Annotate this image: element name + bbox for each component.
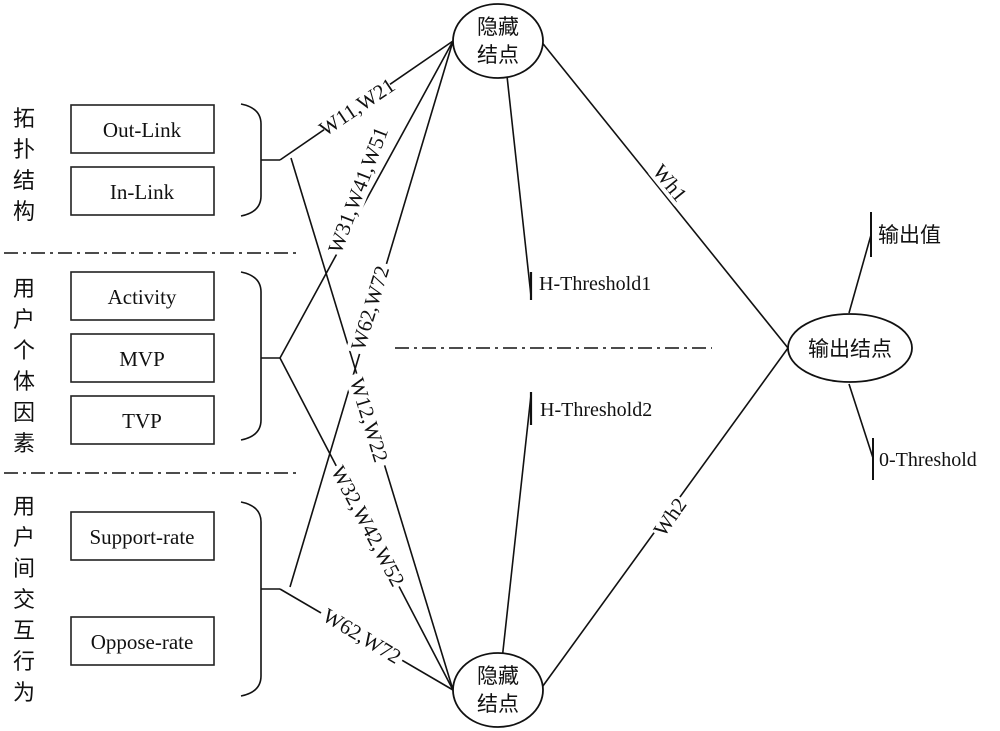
hidden-node-label: 结点	[477, 692, 519, 716]
output-value-line	[848, 234, 872, 314]
input-label: Activity	[108, 285, 177, 309]
group-label-interaction-char: 户	[13, 525, 35, 550]
input-box-support-rate: Support-rate	[70, 511, 215, 561]
input-label: Oppose-rate	[91, 630, 194, 654]
input-box-tvp: TVP	[70, 395, 215, 445]
group-label-topology-char: 拓	[13, 106, 35, 131]
edge-label-wh2: Wh2	[648, 492, 692, 542]
input-box-mvp: MVP	[70, 333, 215, 383]
edge-label-w62-w72-upper: W62,W72	[345, 259, 395, 357]
group-label-interaction-char: 间	[13, 556, 35, 581]
input-label: Out-Link	[103, 118, 182, 142]
input-label: TVP	[122, 409, 162, 433]
input-label: Support-rate	[90, 525, 195, 549]
group-label-individual: 用户个体因素	[13, 276, 35, 456]
output-value-label: 输出值	[878, 223, 941, 247]
edge-label-text: Wh2	[648, 493, 691, 540]
group-label-individual-char: 户	[13, 307, 35, 332]
hidden-node-label: 隐藏	[477, 664, 519, 688]
group-label-individual-char: 素	[13, 431, 35, 456]
brace-interaction	[240, 501, 280, 697]
group-label-individual-char: 因	[13, 400, 35, 425]
group-label-topology: 拓 扑 结 构	[13, 106, 35, 224]
group-label-interaction: 用户间交互行为	[13, 494, 35, 705]
group-label-interaction-char: 互	[13, 618, 35, 643]
group-label-topology-char: 结	[13, 168, 35, 193]
edge-label-text: W31,W41,W51	[323, 124, 393, 257]
group-label-interaction-char: 交	[13, 587, 35, 612]
output-threshold-line	[848, 383, 874, 459]
output-threshold-label: 0-Threshold	[879, 449, 977, 471]
output-node: 输出结点	[787, 313, 913, 383]
input-box-out-link: Out-Link	[70, 104, 215, 154]
edge-label-text: W32,W42,W52	[326, 462, 410, 591]
threshold-label-h1: H-Threshold1	[539, 273, 651, 295]
edge-label-text: W62,W72	[319, 603, 406, 668]
group-label-interaction-char: 行	[13, 649, 35, 674]
threshold-line-h2	[501, 394, 532, 661]
input-label: MVP	[119, 347, 165, 371]
threshold-line-h1	[506, 75, 532, 297]
edge-label-w12-w22: W12,W22	[344, 370, 394, 470]
edge-label-w31-w41-w51: W31,W41,W51	[323, 122, 393, 258]
group-label-interaction-char: 为	[13, 680, 35, 705]
brace-individual	[240, 271, 280, 441]
edge-label-w62-w72-lower: W62,W72	[316, 602, 408, 670]
hidden-node-1: 隐藏 结点	[452, 3, 544, 79]
edge-label-text: W12,W22	[345, 375, 393, 465]
group-label-individual-char: 个	[13, 338, 35, 363]
edge-label-w32-w42-w52: W32,W42,W52	[326, 460, 410, 592]
group-label-interaction-char: 用	[13, 494, 35, 519]
hidden-node-label: 结点	[477, 43, 519, 67]
input-box-in-link: In-Link	[70, 166, 215, 216]
hidden-node-2: 隐藏 结点	[452, 652, 544, 728]
input-box-activity: Activity	[70, 271, 215, 321]
group-label-topology-char: 构	[13, 199, 35, 224]
network-diagram: 拓 扑 结 构 用户个体因素 用户间交互行为 Out-Link In-Link …	[4, 3, 977, 728]
brace-topology	[240, 103, 280, 217]
threshold-label-h2: H-Threshold2	[540, 399, 652, 421]
input-box-oppose-rate: Oppose-rate	[70, 616, 215, 666]
group-label-individual-char: 用	[13, 276, 35, 301]
group-label-individual-char: 体	[13, 369, 35, 394]
group-label-topology-char: 扑	[13, 137, 35, 162]
output-node-label: 输出结点	[808, 337, 892, 361]
hidden-node-label: 隐藏	[477, 15, 519, 39]
input-label: In-Link	[110, 180, 175, 204]
edge-label-text: W62,W72	[346, 263, 394, 353]
